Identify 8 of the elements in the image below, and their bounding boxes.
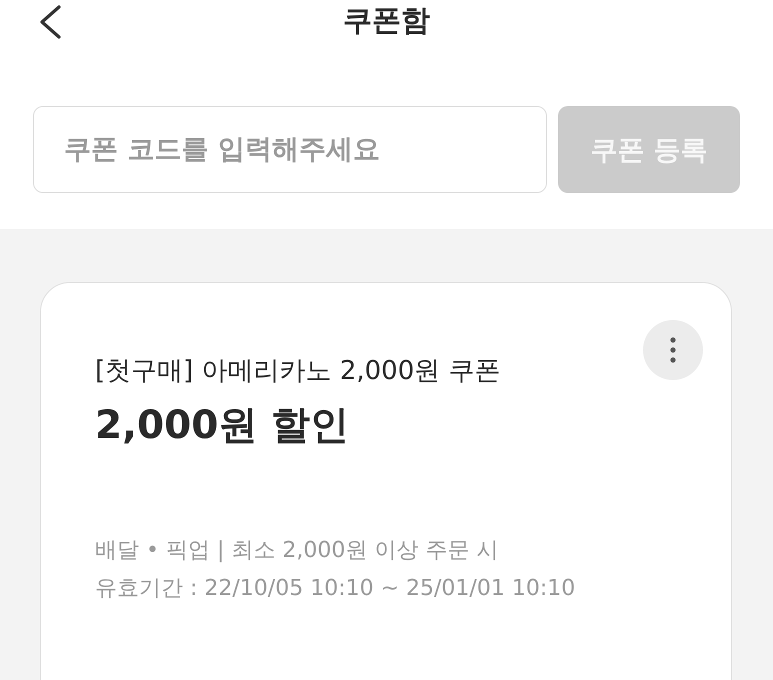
validity-period: 유효기간 : 22/10/05 10:10 ~ 25/01/01 10:10 [95, 575, 576, 603]
discount-amount: 2,000원 할인 [95, 402, 349, 450]
back-chevron-icon [38, 5, 62, 39]
coupon-name: [첫구매] 아메리카노 2,000원 쿠폰 [95, 355, 501, 388]
coupon-conditions: 배달 • 픽업 | 최소 2,000원 이상 주문 시 [95, 537, 498, 565]
coupon-code-input[interactable]: 쿠폰 코드를 입력해주세요 [33, 106, 547, 193]
vertical-dots-icon [670, 337, 676, 363]
page-title: 쿠폰함 [343, 2, 430, 39]
